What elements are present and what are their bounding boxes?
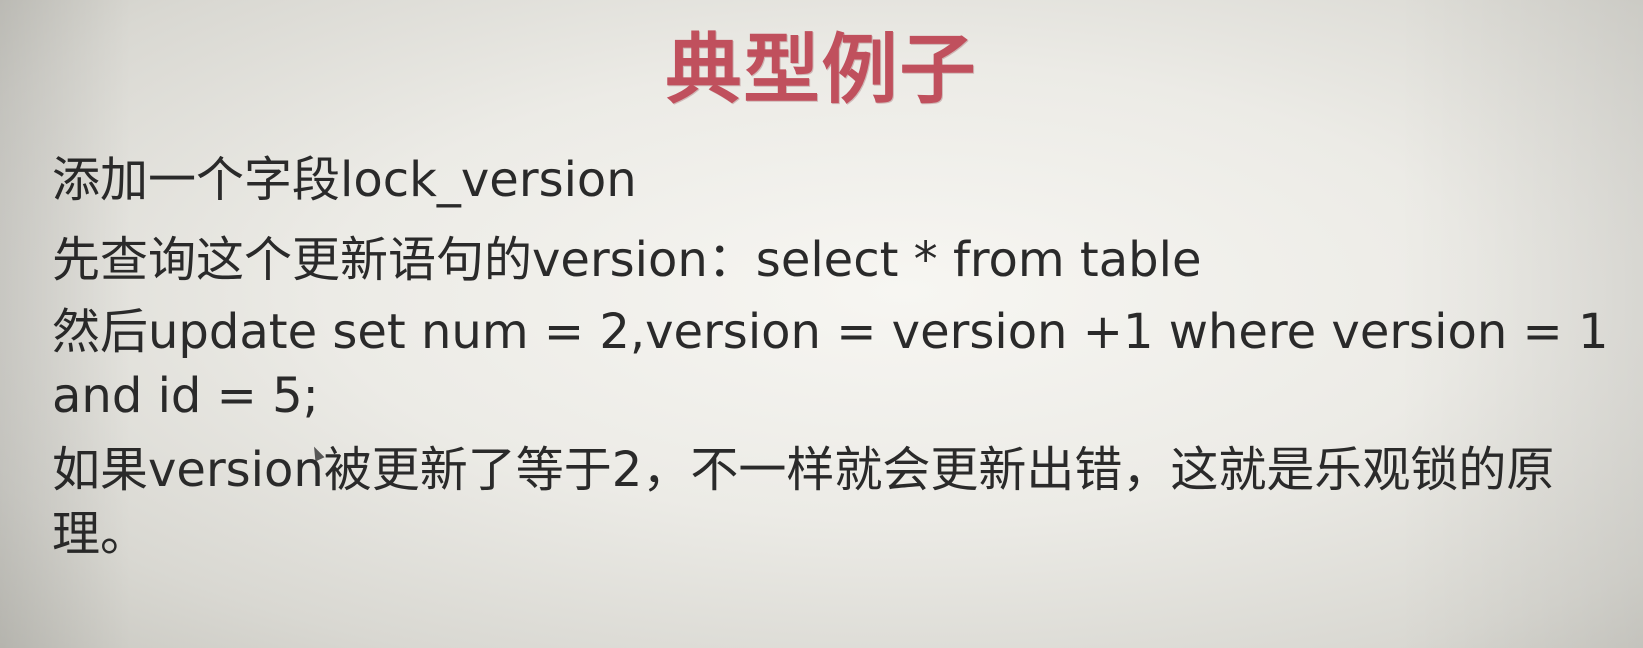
- text-line-update-statement: 然后update set num = 2,version = version +…: [52, 304, 1609, 424]
- slide-content: 添加一个字段lock_version 先查询这个更新语句的version：sel…: [52, 140, 1612, 566]
- slide: 典型例子 添加一个字段lock_version 先查询这个更新语句的versio…: [0, 0, 1643, 648]
- text-line-query-version: 先查询这个更新语句的version：select * from table: [52, 232, 1202, 288]
- text-line-optimistic-lock-principle: 如果version被更新了等于2，不一样就会更新出错，这就是乐观锁的原理。: [52, 442, 1555, 562]
- slide-title: 典型例子: [665, 25, 978, 114]
- text-line-add-field: 添加一个字段lock_version: [52, 152, 637, 208]
